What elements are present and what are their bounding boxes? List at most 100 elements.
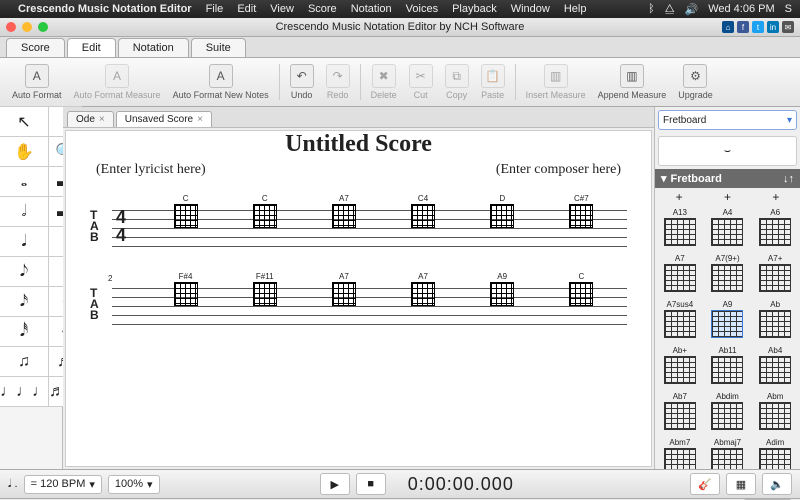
palette-tool-0[interactable]: ↖ — [0, 106, 49, 137]
menu-edit[interactable]: Edit — [237, 3, 256, 15]
chord-library-item[interactable]: Abmaj7 — [705, 438, 751, 469]
chord-library-item[interactable]: Ab+ — [657, 346, 703, 390]
chord-library-item[interactable]: Adim — [752, 438, 798, 469]
upgrade-button[interactable]: ⚙Upgrade — [672, 64, 719, 100]
append-measure-button[interactable]: ▥Append Measure — [592, 64, 673, 100]
zoom-small-field[interactable]: 100%▾ — [108, 475, 160, 494]
close-window-button[interactable] — [6, 22, 16, 32]
add-chord-button[interactable]: + — [724, 190, 731, 204]
chord-diagram[interactable]: A9 — [490, 272, 514, 306]
composer-field[interactable]: (Enter composer here) — [496, 162, 621, 178]
clock[interactable]: Wed 4:06 PM — [708, 3, 774, 15]
chord-library-item[interactable]: A4 — [705, 208, 751, 252]
score-title[interactable]: Untitled Score — [66, 131, 651, 158]
lyricist-field[interactable]: (Enter lyricist here) — [96, 162, 206, 178]
speaker-icon[interactable]: 🔈 — [762, 473, 792, 495]
score-page[interactable]: Untitled Score (Enter lyricist here) (En… — [65, 130, 652, 467]
close-icon[interactable]: × — [99, 114, 105, 125]
doc-tab[interactable]: Unsaved Score× — [116, 111, 212, 127]
chord-library-item[interactable]: Abm — [752, 392, 798, 436]
tab-score[interactable]: Score — [6, 38, 65, 57]
doc-tab[interactable]: Ode× — [67, 111, 114, 127]
chord-library-item[interactable]: A9 — [705, 300, 751, 344]
collapse-icon[interactable]: ↓↑ — [783, 173, 794, 185]
add-chord-button[interactable]: + — [676, 190, 683, 204]
panel-selector[interactable]: Fretboard▾ — [658, 110, 797, 130]
menu-notation[interactable]: Notation — [351, 3, 392, 15]
palette-tool-16[interactable]: ♫ — [0, 346, 49, 377]
bluetooth-icon[interactable]: ᛒ — [648, 3, 655, 15]
facebook-icon[interactable]: f — [737, 21, 749, 33]
fretboard-icon[interactable]: ▦ — [726, 473, 756, 495]
add-chord-button[interactable]: + — [772, 190, 779, 204]
menu-playback[interactable]: Playback — [452, 3, 497, 15]
close-icon[interactable]: × — [197, 114, 203, 125]
chord-diagram[interactable]: F#11 — [253, 272, 277, 306]
palette-tool-6[interactable]: 𝅗𝅥 — [0, 196, 49, 227]
tab-staff-1[interactable]: TAB 44 CCA7C4DC#7 — [86, 200, 631, 260]
disclosure-icon: ▾ — [661, 172, 667, 185]
chord-library-item[interactable]: A13 — [657, 208, 703, 252]
twitter-icon[interactable]: t — [752, 21, 764, 33]
chord-diagram[interactable]: A7 — [332, 194, 356, 228]
menu-help[interactable]: Help — [564, 3, 587, 15]
volume-icon[interactable]: 🔊 — [685, 3, 699, 16]
auto-format-new-notes-button[interactable]: AAuto Format New Notes — [167, 64, 275, 100]
chord-library-item[interactable]: Abm7 — [657, 438, 703, 469]
chord-diagram[interactable]: C — [174, 194, 198, 228]
palette-tool-8[interactable]: 𝅘𝅥 — [0, 226, 49, 257]
tab-notation[interactable]: Notation — [118, 38, 189, 57]
wifi-icon[interactable]: ⧋ — [665, 3, 675, 16]
tempo-field[interactable]: = 120 BPM▾ — [24, 475, 102, 494]
menu-view[interactable]: View — [270, 3, 294, 15]
house-icon[interactable]: ⌂ — [722, 21, 734, 33]
menu-voices[interactable]: Voices — [406, 3, 438, 15]
palette-tool-2[interactable]: ✋ — [0, 136, 49, 167]
tab-staff-2[interactable]: 2 TAB F#4F#11A7A7A9C — [86, 278, 631, 338]
zoom-window-button[interactable] — [38, 22, 48, 32]
chord-library-item[interactable]: Abdim — [705, 392, 751, 436]
chord-library-item[interactable]: Ab — [752, 300, 798, 344]
palette-tool-18[interactable]: ♩♩♩ — [0, 376, 49, 407]
guitar-icon[interactable]: 🎸 — [690, 473, 720, 495]
share-icon[interactable]: ✉ — [782, 21, 794, 33]
chord-library-item[interactable]: A7sus4 — [657, 300, 703, 344]
time-signature[interactable]: 44 — [116, 208, 126, 244]
chord-library-item[interactable]: A7 — [657, 254, 703, 298]
palette-tool-12[interactable]: 𝅘𝅥𝅯 — [0, 286, 49, 317]
spotlight-icon[interactable]: S — [785, 3, 792, 15]
tool-palette: ↖│✋🔍𝅝▬𝅗𝅥▬𝅘𝅥𝄽𝅘𝅥𝅮𝄾𝅘𝅥𝅯𝄿𝅘𝅥𝅰𝅀♫♬♩♩♩♬♬ — [0, 107, 63, 469]
palette-tool-10[interactable]: 𝅘𝅥𝅮 — [0, 256, 49, 287]
tab-suite[interactable]: Suite — [191, 38, 246, 57]
chord-diagram[interactable]: F#4 — [174, 272, 198, 306]
chord-diagram[interactable]: A7 — [332, 272, 356, 306]
menu-window[interactable]: Window — [511, 3, 550, 15]
chord-diagram[interactable]: C — [569, 272, 593, 306]
menu-score[interactable]: Score — [308, 3, 337, 15]
insert-measure-button: ▥Insert Measure — [520, 64, 592, 100]
chord-library-item[interactable]: Ab11 — [705, 346, 751, 390]
panel-header[interactable]: ▾ Fretboard ↓↑ — [655, 169, 800, 188]
menu-file[interactable]: File — [206, 3, 224, 15]
toolbar: AAuto FormatAAuto Format MeasureAAuto Fo… — [0, 58, 800, 107]
chord-library-item[interactable]: A6 — [752, 208, 798, 252]
palette-tool-14[interactable]: 𝅘𝅥𝅰 — [0, 316, 49, 347]
chord-library-item[interactable]: Ab4 — [752, 346, 798, 390]
palette-tool-4[interactable]: 𝅝 — [0, 166, 49, 197]
undo-button[interactable]: ↶Undo — [284, 64, 320, 100]
chord-diagram[interactable]: A7 — [411, 272, 435, 306]
chord-diagram[interactable]: D — [490, 194, 514, 228]
stop-button[interactable]: ■ — [356, 473, 386, 495]
chord-diagram[interactable]: C — [253, 194, 277, 228]
auto-format-button[interactable]: AAuto Format — [6, 64, 68, 100]
chord-library-item[interactable]: Ab7 — [657, 392, 703, 436]
play-button[interactable]: ▶ — [320, 473, 350, 495]
chord-library-item[interactable]: A7+ — [752, 254, 798, 298]
app-menu[interactable]: Crescendo Music Notation Editor — [18, 3, 192, 15]
linkedin-icon[interactable]: in — [767, 21, 779, 33]
tab-edit[interactable]: Edit — [67, 38, 116, 57]
chord-library-item[interactable]: A7(9+) — [705, 254, 751, 298]
minimize-window-button[interactable] — [22, 22, 32, 32]
chord-diagram[interactable]: C#7 — [569, 194, 593, 228]
chord-diagram[interactable]: C4 — [411, 194, 435, 228]
